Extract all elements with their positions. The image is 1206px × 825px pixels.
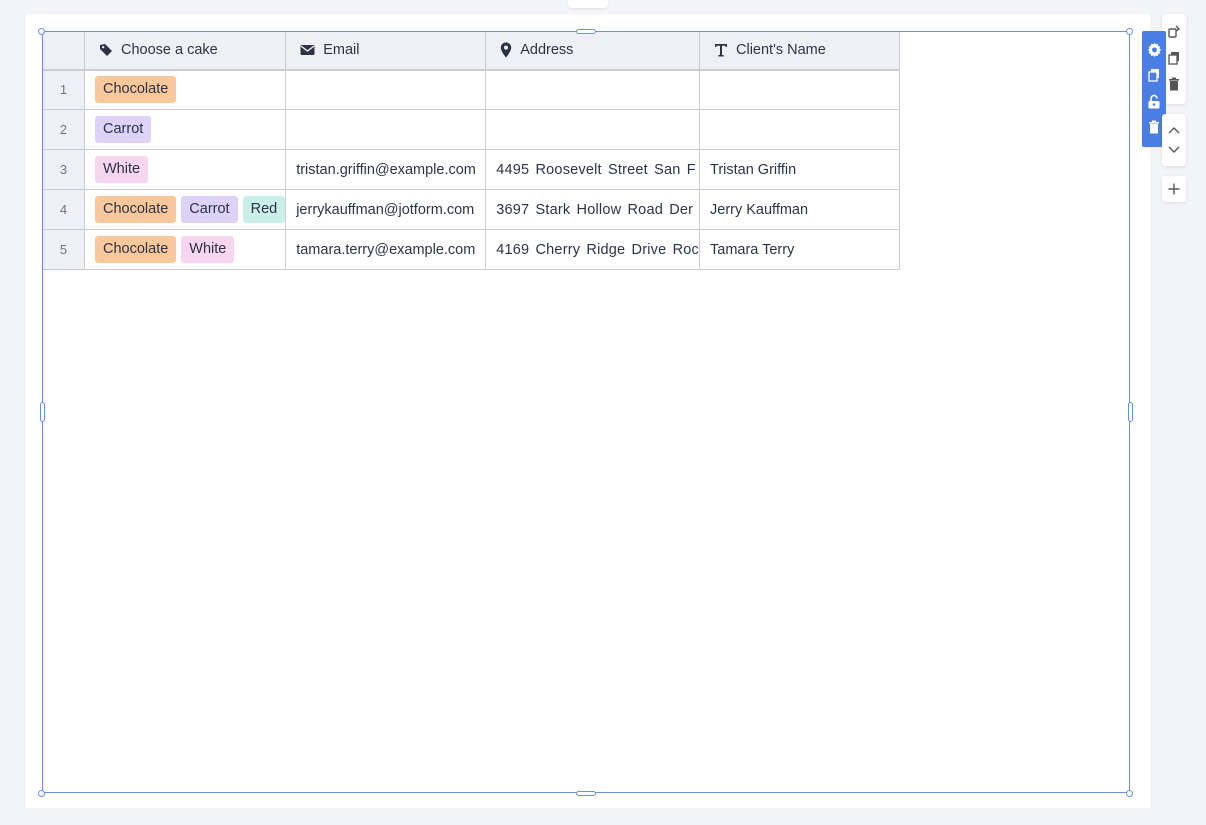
resize-handle-right[interactable]	[1128, 402, 1133, 422]
resize-handle-top[interactable]	[576, 29, 596, 34]
chevron-up-icon[interactable]	[1166, 122, 1182, 138]
paint-brush-icon[interactable]	[1166, 24, 1182, 40]
move-field-panel	[1162, 114, 1186, 166]
chevron-down-icon[interactable]	[1166, 142, 1182, 158]
resize-handle-bottom-right[interactable]	[1126, 790, 1133, 797]
gear-icon[interactable]	[1146, 41, 1162, 57]
page-break-tab[interactable]	[568, 0, 608, 8]
resize-handle-top-left[interactable]	[38, 28, 45, 35]
delete-icon[interactable]	[1166, 76, 1182, 92]
selection-frame	[42, 31, 1130, 793]
resize-handle-top-right[interactable]	[1126, 28, 1133, 35]
plus-icon	[1168, 183, 1180, 195]
resize-handle-left[interactable]	[40, 402, 45, 422]
add-field-button[interactable]	[1162, 176, 1186, 202]
duplicate-icon[interactable]	[1146, 67, 1162, 83]
resize-handle-bottom-left[interactable]	[38, 790, 45, 797]
lock-icon[interactable]	[1146, 93, 1162, 109]
resize-handle-bottom[interactable]	[576, 791, 596, 796]
trash-icon[interactable]	[1146, 119, 1162, 135]
copy-icon[interactable]	[1166, 50, 1182, 66]
